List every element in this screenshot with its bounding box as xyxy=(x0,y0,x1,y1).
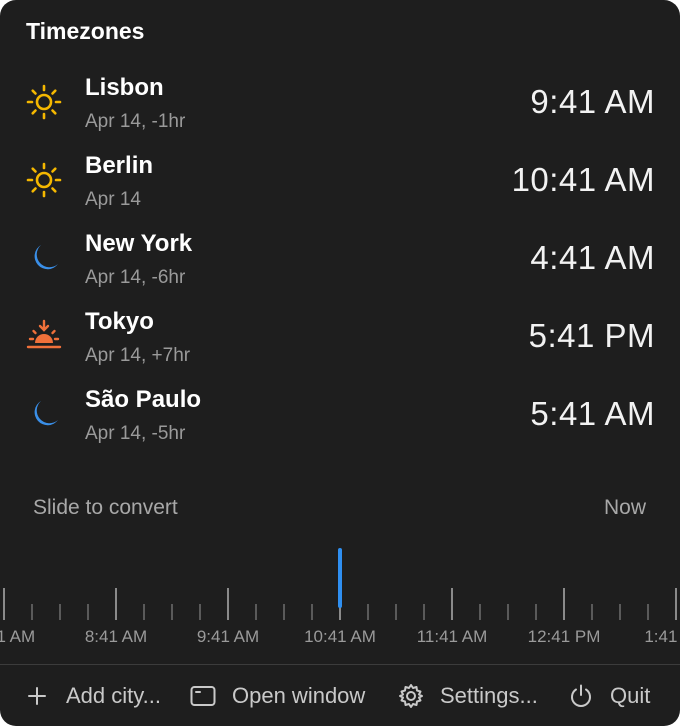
slider-tick-label: 8:41 AM xyxy=(85,627,147,646)
slider-current-indicator[interactable] xyxy=(338,548,342,608)
city-date-offset: Apr 14 xyxy=(85,189,141,210)
open-window-button[interactable]: Open window xyxy=(190,666,365,726)
footer-divider xyxy=(0,664,680,665)
slider-tick-label: 1:41 PM xyxy=(644,627,680,646)
city-name: São Paulo xyxy=(85,386,202,413)
city-row-lisbon[interactable]: Lisbon Apr 14, -1hr 9:41 AM xyxy=(0,66,680,144)
open-window-label: Open window xyxy=(232,683,366,708)
gear-icon xyxy=(398,683,424,709)
footer-toolbar: Add city... Open window Settings... Quit xyxy=(0,666,680,726)
city-date-offset: Apr 14, +7hr xyxy=(85,345,191,366)
settings-button[interactable]: Settings... xyxy=(398,666,538,726)
city-row-berlin[interactable]: Berlin Apr 14 10:41 AM xyxy=(0,144,680,222)
city-name: Tokyo xyxy=(85,308,154,335)
slider-tick-label: 7:41 AM xyxy=(0,627,35,646)
city-date-offset: Apr 14, -5hr xyxy=(85,423,186,444)
time-slider[interactable]: 7:41 AM 8:41 AM 9:41 AM 10:41 AM 11:41 AM 12:… xyxy=(0,540,680,660)
city-row-new-york[interactable]: New York Apr 14, -6hr 4:41 AM xyxy=(0,222,680,300)
city-row-tokyo[interactable]: Tokyo Apr 14, +7hr 5:41 PM xyxy=(0,300,680,378)
city-name: New York xyxy=(85,230,193,257)
plus-icon xyxy=(24,683,50,709)
settings-label: Settings... xyxy=(440,683,538,708)
city-time: 5:41 AM xyxy=(530,395,655,432)
slider-tick-label: 11:41 AM xyxy=(417,627,488,646)
city-name: Lisbon xyxy=(85,74,164,101)
quit-label: Quit xyxy=(610,683,651,708)
add-city-button[interactable]: Add city... xyxy=(24,666,161,726)
slide-to-convert-label: Slide to convert xyxy=(33,496,178,519)
power-icon xyxy=(568,683,594,709)
city-name: Berlin xyxy=(85,152,154,179)
add-city-label: Add city... xyxy=(66,683,161,708)
sun-icon xyxy=(26,84,62,120)
city-time: 10:41 AM xyxy=(511,161,655,198)
city-date-offset: Apr 14, -1hr xyxy=(85,111,186,132)
window-icon xyxy=(190,683,216,709)
sun-icon xyxy=(26,162,62,198)
timezones-panel: Timezones Lisbon Apr 14, -1hr 9:41 AM Be… xyxy=(0,0,680,726)
moon-icon xyxy=(26,396,62,432)
slider-tick-label: 10:41 AM xyxy=(304,627,376,646)
slider-tick-label: 9:41 AM xyxy=(197,627,259,646)
sunrise-icon xyxy=(26,318,62,354)
moon-icon xyxy=(26,240,62,276)
city-row-sao-paulo[interactable]: São Paulo Apr 14, -5hr 5:41 AM xyxy=(0,378,680,456)
city-time: 4:41 AM xyxy=(530,239,655,276)
time-slider-track[interactable]: 7:41 AM 8:41 AM 9:41 AM 10:41 AM 11:41 AM 12:… xyxy=(0,540,680,660)
city-time: 9:41 AM xyxy=(530,83,655,120)
quit-button[interactable]: Quit xyxy=(568,666,650,726)
city-time: 5:41 PM xyxy=(528,317,655,354)
now-button[interactable]: Now xyxy=(604,496,646,520)
slider-tick-label: 12:41 PM xyxy=(528,627,601,646)
panel-title: Timezones xyxy=(26,18,145,44)
city-date-offset: Apr 14, -6hr xyxy=(85,267,186,288)
